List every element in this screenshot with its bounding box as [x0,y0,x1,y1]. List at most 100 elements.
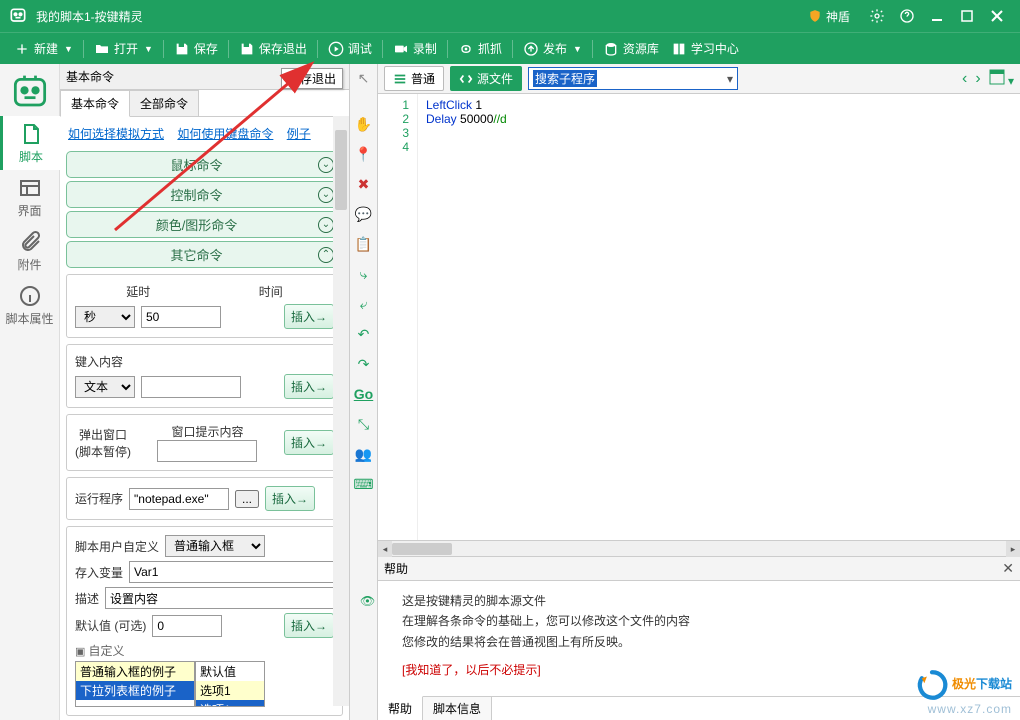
custom-example-list[interactable]: 普通输入框的例子 下拉列表框的例子 [75,661,195,707]
tool-hand-icon[interactable]: ✋ [354,114,374,134]
tool-indent-icon[interactable]: ⤷ [354,264,374,284]
window-title: 我的脚本1-按键精灵 [36,8,800,25]
custom-desc-input[interactable] [105,587,334,609]
input-type-select[interactable]: 文本 [75,376,135,398]
maximize-button[interactable] [952,4,982,28]
link-sim-help[interactable]: 如何选择模拟方式 [68,127,164,141]
script-icon [19,122,43,146]
tool-delete-icon[interactable]: ✖ [354,174,374,194]
custom-option-list[interactable]: 默认值 选项1 选项1 [195,661,265,707]
tool-cursor-icon[interactable]: ↖ [354,68,374,88]
link-example[interactable]: 例子 [287,127,311,141]
publish-icon [523,41,539,57]
chevron-down-icon: ⌄ [318,157,334,173]
help-dismiss-link[interactable]: [我知道了，以后不必提示] [402,660,996,680]
plus-icon [14,41,30,57]
insert-run-button[interactable]: 插入→ [265,486,315,511]
learn-button[interactable]: 学习中心 [665,35,745,63]
tab-plain-view[interactable]: 普通 [384,66,444,91]
app-logo-large-icon [8,72,52,116]
tab-source-view[interactable]: 源文件 [450,66,522,91]
shield-button[interactable]: 神盾 [800,6,858,27]
tool-undo-icon[interactable]: ↶ [354,324,374,344]
publish-button[interactable]: 发布▼ [517,35,588,63]
panel-scrollbar[interactable] [333,116,349,706]
chevron-up-icon: ⌃ [318,247,334,263]
minimize-button[interactable] [922,4,952,28]
chevron-down-icon: ⌄ [318,187,334,203]
popup-content-input[interactable] [157,440,257,462]
chevron-down-icon: ⌄ [318,217,334,233]
new-button[interactable]: 新建▼ [8,35,79,63]
search-subprogram[interactable]: 搜索子程序▾ [528,67,738,90]
nav-next-button[interactable]: › [975,70,980,88]
insert-custom-button[interactable]: 插入→ [284,613,334,638]
custom-var-input[interactable] [129,561,334,583]
insert-delay-button[interactable]: 插入→ [284,304,334,329]
custom-def-input[interactable] [152,615,222,637]
input-content-input[interactable] [141,376,241,398]
nav-attach[interactable]: 附件 [0,224,60,278]
tool-copy-icon[interactable]: 📋 [354,234,374,254]
nav-script[interactable]: 脚本 [0,116,60,170]
acc-control[interactable]: 控制命令⌄ [66,181,343,208]
insert-input-button[interactable]: 插入→ [284,374,334,399]
watermark-logo-icon [915,668,949,702]
tool-outdent-icon[interactable]: ⤶ [354,294,374,314]
delay-unit-select[interactable]: 秒 [75,306,135,328]
grab-button[interactable]: 抓抓 [452,35,508,63]
help-close-button[interactable]: ✕ [1002,560,1014,577]
nav-ui[interactable]: 界面 [0,170,60,224]
run-path-input[interactable] [129,488,229,510]
tool-comment-icon[interactable]: 💬 [354,204,374,224]
record-button[interactable]: 录制 [387,35,443,63]
acc-mouse[interactable]: 鼠标命令⌄ [66,151,343,178]
help-header: 帮助 [384,560,1002,577]
code-editor[interactable]: 1234 LeftClick 1 Delay 50000//d [378,94,1020,540]
save-exit-tooltip: 保存退出 [281,68,343,89]
resource-button[interactable]: 资源库 [597,35,665,63]
delay-value-input[interactable] [141,306,221,328]
group-custom: 脚本用户自定义普通输入框 存入变量 描述 默认值 (可选)插入→ ▣ 自定义 普… [66,526,343,716]
layout-button[interactable]: ▾ [989,69,1014,88]
run-browse-button[interactable]: ... [235,490,259,508]
acc-other[interactable]: 其它命令⌃ [66,241,343,268]
link-kbd-help[interactable]: 如何使用键盘命令 [177,127,273,141]
tool-find-icon[interactable]: 👥 [354,444,374,464]
help-button[interactable] [892,4,922,28]
tab-basic-cmd[interactable]: 基本命令 [60,90,130,117]
info-icon [18,284,42,308]
custom-type-select[interactable]: 普通输入框 [165,535,265,557]
nav-prev-button[interactable]: ‹ [962,70,967,88]
editor-hscrollbar[interactable]: ◂▸ [378,540,1020,556]
database-icon [603,41,619,57]
save-exit-button[interactable]: 保存退出 [233,35,313,63]
shield-icon [808,9,822,23]
tool-redo-icon[interactable]: ↷ [354,354,374,374]
group-run: 运行程序 ... 插入→ [66,477,343,520]
help-tab-info[interactable]: 脚本信息 [423,697,492,720]
group-input: 键入内容 文本 插入→ [66,344,343,408]
settings-button[interactable] [862,4,892,28]
eye-icon: 👁 [360,591,375,611]
tool-key-icon[interactable]: ⌨ [354,474,374,494]
tool-expand-icon[interactable]: ⤡ [354,414,374,434]
save-button[interactable]: 保存 [168,35,224,63]
gear-icon [869,8,885,24]
tool-pin-icon[interactable]: 📍 [354,144,374,164]
nav-prop[interactable]: 脚本属性 [0,278,60,332]
grab-icon [458,41,474,57]
acc-color[interactable]: 颜色/图形命令⌄ [66,211,343,238]
close-button[interactable] [982,4,1012,28]
tab-all-cmd[interactable]: 全部命令 [129,90,199,116]
group-delay: 延时时间 秒 插入→ [66,274,343,338]
tool-go-icon[interactable]: Go [354,384,374,404]
debug-button[interactable]: 调试 [322,35,378,63]
app-logo-icon [8,6,28,26]
minimize-icon [930,9,944,23]
help-tab-help[interactable]: 帮助 [378,696,423,720]
insert-popup-button[interactable]: 插入→ [284,430,334,455]
group-popup: 弹出窗口(脚本暂停)窗口提示内容插入→ [66,414,343,471]
open-button[interactable]: 打开▼ [88,35,159,63]
chevron-down-icon: ▾ [727,72,733,86]
